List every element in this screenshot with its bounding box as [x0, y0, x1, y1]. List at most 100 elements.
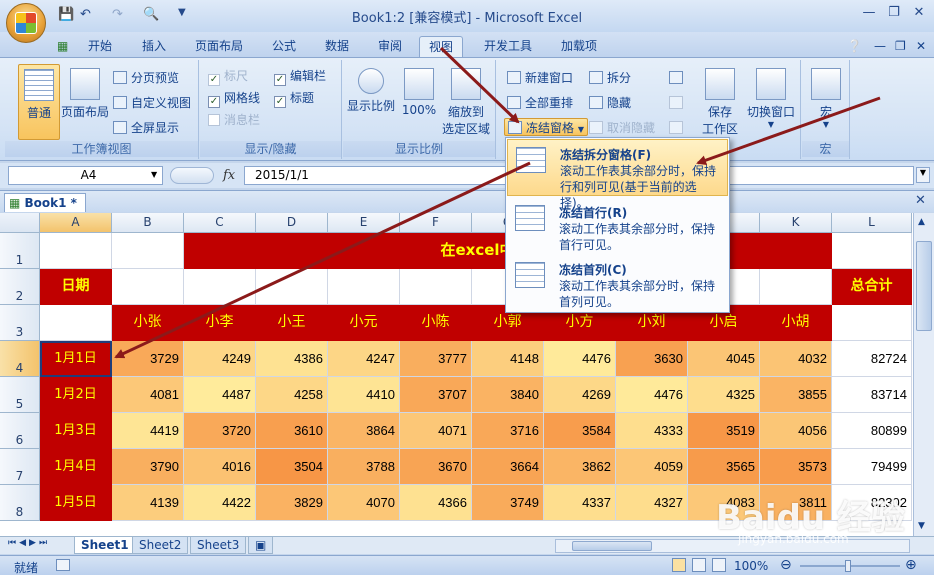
column-header[interactable]: D [256, 213, 328, 233]
value-cell[interactable]: 4081 [112, 377, 184, 413]
name-header-cell[interactable]: 小陈 [400, 305, 472, 341]
value-cell[interactable]: 3829 [256, 485, 328, 521]
value-cell[interactable]: 4016 [184, 449, 256, 485]
name-header-cell[interactable]: 小张 [112, 305, 184, 341]
name-header-cell[interactable]: 小元 [328, 305, 400, 341]
headings-checkbox[interactable]: ✓ 标题 [274, 89, 314, 108]
column-header[interactable]: B [112, 213, 184, 233]
close-icon[interactable]: ✕ [906, 3, 932, 23]
value-cell[interactable]: 4476 [544, 341, 616, 377]
page-break-status-icon[interactable] [712, 558, 726, 572]
hide-button[interactable]: 隐藏 [589, 94, 631, 112]
value-cell[interactable]: 4325 [688, 377, 760, 413]
page-layout-view-button[interactable]: 页面布局 [59, 68, 111, 120]
value-cell[interactable]: 4386 [256, 341, 328, 377]
zoom-in-icon[interactable]: ⊕ [905, 557, 917, 573]
value-cell[interactable]: 4366 [400, 485, 472, 521]
value-cell[interactable]: 3573 [760, 449, 832, 485]
value-cell[interactable]: 4269 [544, 377, 616, 413]
row-header[interactable]: 6 [0, 413, 40, 449]
name-header-cell[interactable]: 小李 [184, 305, 256, 341]
zoom-slider-thumb[interactable] [845, 560, 851, 572]
column-header[interactable]: E [328, 213, 400, 233]
value-cell[interactable]: 3855 [760, 377, 832, 413]
sheet-tab-1[interactable]: Sheet1 [74, 537, 136, 554]
cell[interactable] [256, 269, 328, 305]
value-cell[interactable]: 3790 [112, 449, 184, 485]
date-header-cell[interactable]: 日期 [40, 269, 112, 305]
cell[interactable] [328, 269, 400, 305]
value-cell[interactable]: 4258 [256, 377, 328, 413]
full-screen-button[interactable]: 全屏显示 [113, 119, 179, 137]
gridlines-checkbox[interactable]: ✓ 网格线 [208, 89, 260, 108]
arrange-all-button[interactable]: 全部重排 [507, 94, 573, 112]
sheet-nav-icon[interactable]: ⏮◀▶⏭ [8, 538, 50, 548]
row-header[interactable]: 7 [0, 449, 40, 485]
name-header-cell[interactable]: 小王 [256, 305, 328, 341]
value-cell[interactable]: 3610 [256, 413, 328, 449]
reset-position-button[interactable] [669, 119, 687, 137]
value-cell[interactable]: 3720 [184, 413, 256, 449]
total-cell[interactable]: 80899 [832, 413, 912, 449]
cell[interactable] [832, 305, 912, 341]
value-cell[interactable]: 3729 [112, 341, 184, 377]
new-window-button[interactable]: 新建窗口 [507, 69, 573, 87]
row-header[interactable]: 4 [0, 341, 40, 377]
cell[interactable] [40, 305, 112, 341]
tab-formulas[interactable]: 公式 [270, 36, 298, 57]
cell[interactable] [184, 269, 256, 305]
workbook-close-icon[interactable]: ✕ [915, 193, 926, 208]
tab-home[interactable]: 开始 [86, 36, 114, 57]
cell[interactable] [112, 233, 184, 269]
workbook-tab[interactable]: ▦ Book1 * [4, 193, 86, 212]
tab-insert[interactable]: 插入 [140, 36, 168, 57]
scroll-up-icon[interactable]: ▲ [918, 217, 925, 227]
vertical-scrollbar[interactable]: ▲ ▼ [913, 213, 934, 536]
value-cell[interactable]: 3864 [328, 413, 400, 449]
value-cell[interactable]: 4249 [184, 341, 256, 377]
column-header[interactable]: K [760, 213, 832, 233]
value-cell[interactable]: 4333 [616, 413, 688, 449]
name-header-cell[interactable]: 小胡 [760, 305, 832, 341]
row-header[interactable]: 3 [0, 305, 40, 341]
horizontal-scrollbar[interactable] [555, 539, 910, 553]
horizontal-scroll-thumb[interactable] [572, 541, 652, 551]
menu-item-freeze-panes[interactable]: 冻结拆分窗格(F) 滚动工作表其余部分时，保持行和列可见(基于当前的选择)。 [507, 139, 728, 210]
insert-function-icon[interactable]: fx [223, 168, 235, 183]
normal-view-button[interactable]: 普通 [18, 64, 60, 140]
value-cell[interactable]: 3584 [544, 413, 616, 449]
total-cell[interactable]: 79499 [832, 449, 912, 485]
zoom-out-icon[interactable]: ⊖ [780, 557, 792, 573]
value-cell[interactable]: 3707 [400, 377, 472, 413]
value-cell[interactable]: 4410 [328, 377, 400, 413]
value-cell[interactable]: 4419 [112, 413, 184, 449]
scroll-down-icon[interactable]: ▼ [918, 521, 925, 531]
column-header[interactable]: A [40, 213, 112, 233]
insert-sheet-icon[interactable]: ▣ [248, 537, 274, 554]
value-cell[interactable]: 3862 [544, 449, 616, 485]
cell[interactable] [760, 269, 832, 305]
normal-view-status-icon[interactable] [672, 558, 686, 572]
restore-icon[interactable]: ❐ [881, 3, 907, 23]
split-button[interactable]: 拆分 [589, 69, 631, 87]
value-cell[interactable]: 3664 [472, 449, 544, 485]
macros-button[interactable]: 宏 ▼ [810, 68, 842, 129]
value-cell[interactable]: 3840 [472, 377, 544, 413]
minimize-icon[interactable]: — [856, 3, 882, 23]
value-cell[interactable]: 3565 [688, 449, 760, 485]
unhide-button[interactable]: 取消隐藏 [589, 119, 655, 137]
cell[interactable] [112, 269, 184, 305]
total-header-cell[interactable]: 总合计 [832, 269, 912, 305]
date-cell[interactable]: 1月4日 [40, 449, 112, 485]
value-cell[interactable]: 4247 [328, 341, 400, 377]
cell[interactable] [832, 233, 912, 269]
help-icon[interactable]: ❔ [845, 36, 864, 57]
row-header[interactable]: 1 [0, 233, 40, 269]
value-cell[interactable]: 4476 [616, 377, 688, 413]
cell[interactable] [40, 233, 112, 269]
namebox-dropdown-icon[interactable]: ▼ [151, 170, 157, 179]
vertical-scroll-thumb[interactable] [916, 241, 932, 331]
value-cell[interactable]: 3519 [688, 413, 760, 449]
ribbon-close-icon[interactable]: ✕ [914, 36, 928, 57]
value-cell[interactable]: 4422 [184, 485, 256, 521]
